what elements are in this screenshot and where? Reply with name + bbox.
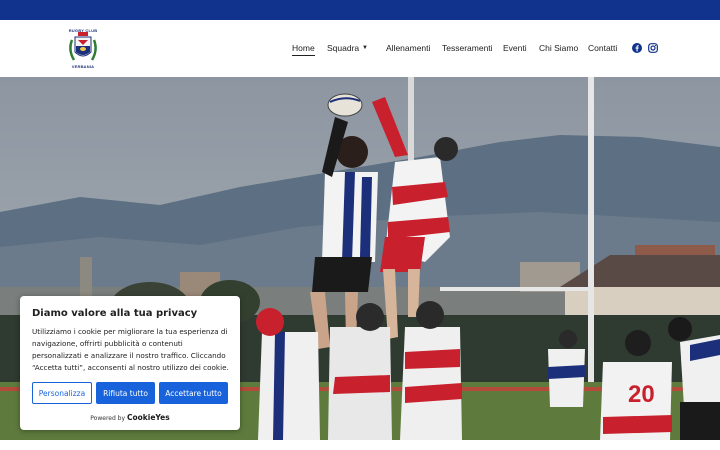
instagram-icon[interactable] xyxy=(648,43,658,53)
chevron-down-icon[interactable]: ▼ xyxy=(362,45,368,51)
cookie-consent-banner: Diamo valore alla tua privacy Utilizziam… xyxy=(20,296,240,430)
logo-bottom-text: VERBANIA xyxy=(71,64,95,69)
page-bottom xyxy=(0,440,720,450)
nav-contatti[interactable]: Contatti xyxy=(588,43,617,53)
nav-squadra[interactable]: Squadra xyxy=(327,43,359,53)
customize-button[interactable]: Personalizza xyxy=(32,382,92,404)
reject-all-button[interactable]: Rifiuta tutto xyxy=(96,382,155,404)
cookie-description: Utilizziamo i cookie per migliorare la t… xyxy=(32,327,229,372)
jersey-number: 20 xyxy=(628,381,655,408)
club-logo[interactable]: RUGBY CLUB VERBANIA xyxy=(60,26,106,72)
powered-by: Powered by CookieYes xyxy=(20,413,240,422)
facebook-icon[interactable] xyxy=(632,43,642,53)
nav-home[interactable]: Home xyxy=(292,43,315,56)
site-header: RUGBY CLUB VERBANIA Home Squadra ▼ Allen… xyxy=(0,20,720,77)
nav-chi-siamo[interactable]: Chi Siamo xyxy=(539,43,578,53)
cookieyes-logo[interactable]: CookieYes xyxy=(127,413,170,422)
cookie-title: Diamo valore alla tua privacy xyxy=(32,308,198,319)
nav-eventi[interactable]: Eventi xyxy=(503,43,527,53)
nav-tesseramenti[interactable]: Tesseramenti xyxy=(442,43,493,53)
powered-by-label: Powered by xyxy=(90,415,126,422)
top-color-bar xyxy=(0,0,720,20)
nav-allenamenti[interactable]: Allenamenti xyxy=(386,43,430,53)
accept-all-button[interactable]: Accettare tutto xyxy=(159,382,228,404)
